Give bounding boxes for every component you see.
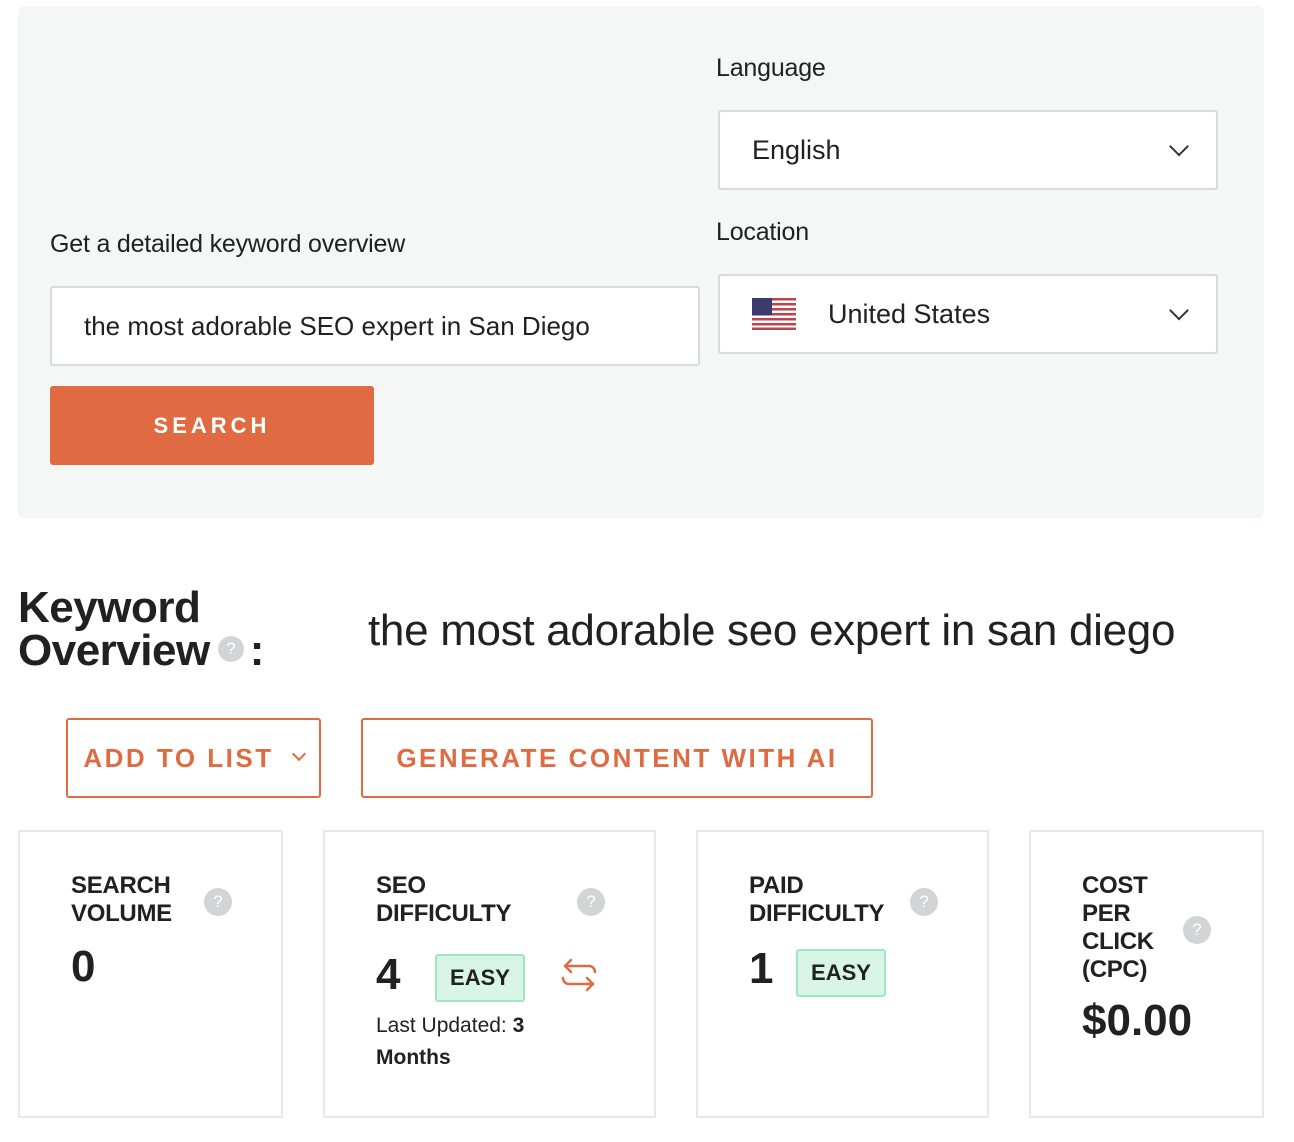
title-line-2-row: Overview?: [18, 626, 265, 675]
help-icon[interactable]: ? [1183, 916, 1211, 944]
keyword-overview-title: Keyword Overview?: [18, 583, 265, 675]
search-panel: Get a detailed keyword overview SEARCH L… [18, 6, 1264, 518]
language-label: Language [716, 54, 826, 82]
card-title-line: DIFFICULTY [376, 900, 512, 927]
refresh-icon[interactable] [557, 956, 601, 996]
us-flag-icon [752, 298, 796, 330]
card-title: SEO DIFFICULTY [376, 872, 512, 928]
language-select[interactable]: English [718, 110, 1218, 190]
title-line-1: Keyword [18, 583, 201, 632]
cpc-value: $0.00 [1082, 996, 1193, 1045]
last-updated-unit: Months [376, 1046, 451, 1069]
help-icon[interactable]: ? [217, 636, 244, 663]
card-title-line: SEO [376, 872, 426, 899]
keyword-label: Get a detailed keyword overview [50, 230, 406, 258]
help-icon[interactable]: ? [204, 888, 232, 916]
card-title: PAID DIFFICULTY [749, 872, 885, 928]
last-updated-number: 3 [512, 1014, 525, 1037]
keyword-value: the most adorable seo expert in san dieg… [368, 606, 1176, 655]
add-to-list-label: ADD TO LIST [83, 742, 274, 773]
search-button[interactable]: SEARCH [50, 386, 374, 465]
card-title: SEARCH VOLUME [71, 872, 172, 928]
cpc-card: COST PER CLICK (CPC) ? $0.00 [1029, 830, 1264, 1118]
card-title-line: CLICK [1082, 928, 1154, 955]
title-line-2: Overview [18, 626, 210, 675]
keyword-input[interactable] [52, 288, 698, 364]
seo-difficulty-value: 4 [376, 950, 401, 999]
help-icon[interactable]: ? [577, 888, 605, 916]
difficulty-badge: EASY [796, 949, 886, 997]
search-volume-card: SEARCH VOLUME ? 0 [18, 830, 283, 1118]
card-title-line: COST [1082, 872, 1148, 899]
keyword-input-wrapper[interactable] [50, 286, 700, 366]
card-title-line: DIFFICULTY [749, 900, 885, 927]
card-title: COST PER CLICK (CPC) [1082, 872, 1154, 984]
card-title-line: SEARCH [71, 872, 171, 899]
last-updated-label: Last Updated: [376, 1014, 507, 1037]
card-title-line: PER [1082, 900, 1131, 927]
location-label: Location [716, 218, 809, 246]
location-select[interactable]: United States [718, 274, 1218, 354]
difficulty-badge: EASY [435, 954, 525, 1002]
colon: : [249, 626, 265, 675]
help-icon[interactable]: ? [910, 888, 938, 916]
card-title-line: (CPC) [1082, 956, 1148, 983]
card-title-line: PAID [749, 872, 804, 899]
location-value: United States [828, 298, 991, 329]
last-updated: Last Updated: 3 Months [376, 1010, 524, 1074]
generate-content-button[interactable]: GENERATE CONTENT WITH AI [361, 718, 873, 798]
seo-difficulty-card: SEO DIFFICULTY ? 4 EASY Last Updated: 3 … [323, 830, 656, 1118]
card-title-line: VOLUME [71, 900, 172, 927]
search-volume-value: 0 [71, 942, 96, 991]
add-to-list-button[interactable]: ADD TO LIST [66, 718, 321, 798]
chevron-down-icon [291, 746, 306, 762]
paid-difficulty-card: PAID DIFFICULTY ? 1 EASY [696, 830, 989, 1118]
paid-difficulty-value: 1 [749, 944, 774, 993]
language-value: English [752, 134, 841, 165]
